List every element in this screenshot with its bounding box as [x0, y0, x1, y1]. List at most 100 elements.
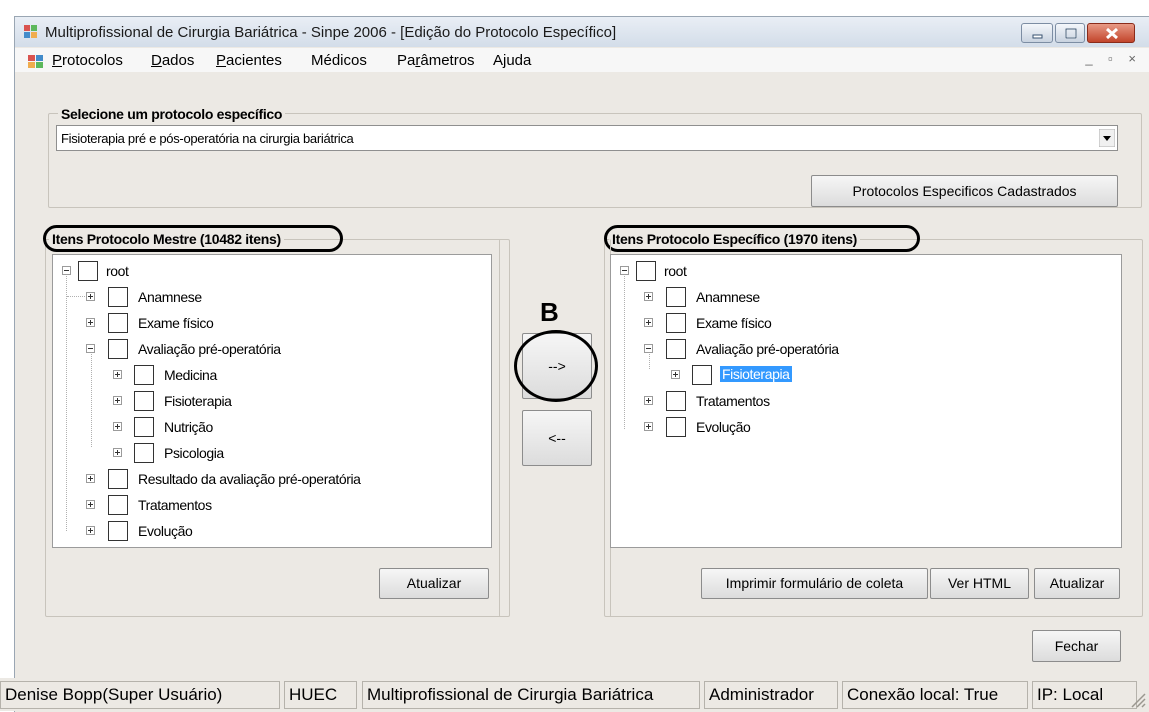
tree-checkbox[interactable]	[108, 495, 128, 515]
tree-checkbox[interactable]	[666, 339, 686, 359]
tree-checkbox[interactable]	[108, 313, 128, 333]
status-bar: Denise Bopp(Super Usuário) HUEC Multipro…	[0, 678, 1149, 711]
expand-toggle[interactable]	[113, 448, 122, 457]
status-module: Multiprofissional de Cirurgia Bariátrica	[362, 681, 700, 709]
tree-checkbox[interactable]	[666, 391, 686, 411]
menu-protocolos[interactable]: Protocolos	[52, 52, 123, 69]
expand-toggle[interactable]	[86, 292, 95, 301]
tree-checkbox[interactable]	[134, 443, 154, 463]
tree-node-label: Avaliação pré-operatória	[696, 341, 839, 357]
maximize-button[interactable]	[1055, 23, 1085, 43]
tree-node-label: Tratamentos	[138, 497, 212, 513]
tree-guide-line	[66, 273, 67, 531]
remove-item-button[interactable]: <--	[522, 410, 592, 466]
close-dialog-button[interactable]: Fechar	[1032, 630, 1121, 662]
mdi-controls[interactable]: _ ▫ ×	[1085, 51, 1142, 66]
tree-node-label: Anamnese	[696, 289, 760, 305]
tree-checkbox[interactable]	[108, 521, 128, 541]
expand-toggle[interactable]	[86, 500, 95, 509]
status-ip: IP: Local	[1032, 681, 1137, 709]
menu-ajuda[interactable]: Ajuda	[493, 52, 531, 69]
maximize-icon	[1065, 28, 1077, 39]
print-form-button[interactable]: Imprimir formulário de coleta	[701, 568, 928, 599]
minimize-icon	[1032, 34, 1043, 39]
tree-checkbox[interactable]	[666, 417, 686, 437]
menu-dados[interactable]: Dados	[151, 52, 194, 69]
expand-toggle[interactable]	[113, 422, 122, 431]
registered-protocols-button[interactable]: Protocolos Especificos Cadastrados	[811, 175, 1118, 207]
collapse-toggle[interactable]	[62, 266, 71, 275]
expand-toggle[interactable]	[86, 318, 95, 327]
protocol-combo-value: Fisioterapia pré e pós-operatória na cir…	[61, 131, 354, 146]
collapse-toggle[interactable]	[644, 344, 653, 353]
tree-node-label: Exame físico	[138, 315, 214, 331]
tree-node-label: Evolução	[138, 523, 193, 539]
menu-parametros[interactable]: Parâmetros	[397, 52, 475, 69]
tree-node-label: Evolução	[696, 419, 751, 435]
resize-grip-icon[interactable]	[1128, 690, 1146, 708]
tree-node-label: Tratamentos	[696, 393, 770, 409]
close-window-button[interactable]	[1087, 23, 1135, 43]
tree-node-label: Anamnese	[138, 289, 202, 305]
chevron-down-icon[interactable]	[1099, 129, 1115, 147]
expand-toggle[interactable]	[671, 370, 680, 379]
tree-node-label: root	[664, 263, 687, 279]
tree-checkbox[interactable]	[108, 287, 128, 307]
tree-checkbox[interactable]	[692, 365, 712, 385]
specific-update-button[interactable]: Atualizar	[1034, 568, 1120, 599]
master-tree[interactable]: root Anamnese Exame físico Avaliação pré…	[52, 254, 492, 548]
tree-checkbox[interactable]	[108, 339, 128, 359]
tree-checkbox[interactable]	[636, 261, 656, 281]
tree-checkbox[interactable]	[666, 313, 686, 333]
tree-node-label: Avaliação pré-operatória	[138, 341, 281, 357]
expand-toggle[interactable]	[644, 422, 653, 431]
minimize-button[interactable]	[1021, 23, 1053, 43]
title-bar: Multiprofissional de Cirurgia Bariátrica…	[15, 17, 1149, 47]
expand-toggle[interactable]	[644, 396, 653, 405]
status-role: Administrador	[704, 681, 838, 709]
collapse-toggle[interactable]	[86, 344, 95, 353]
tree-checkbox[interactable]	[134, 391, 154, 411]
expand-toggle[interactable]	[644, 292, 653, 301]
close-icon	[1105, 27, 1119, 40]
tree-node-label: Psicologia	[164, 445, 224, 461]
menu-bar: Protocolos Dados Pacientes Médicos Parâm…	[15, 48, 1149, 72]
window-title: Multiprofissional de Cirurgia Bariátrica…	[45, 24, 617, 41]
annotation-circle-b	[514, 330, 598, 402]
tree-guide-line	[91, 351, 92, 447]
menu-pacientes[interactable]: Pacientes	[216, 52, 282, 69]
status-user: Denise Bopp(Super Usuário)	[0, 681, 280, 709]
tree-node-label: Resultado da avaliação pré-operatória	[138, 471, 361, 487]
tree-node-label: Exame físico	[696, 315, 772, 331]
status-connection: Conexão local: True	[842, 681, 1028, 709]
tree-checkbox[interactable]	[134, 417, 154, 437]
tree-checkbox[interactable]	[134, 365, 154, 385]
expand-toggle[interactable]	[113, 396, 122, 405]
expand-toggle[interactable]	[644, 318, 653, 327]
status-hospital: HUEC	[284, 681, 357, 709]
tree-checkbox[interactable]	[666, 287, 686, 307]
specific-tree[interactable]: root Anamnese Exame físico Avaliação pré…	[610, 254, 1122, 548]
app-icon	[24, 25, 37, 38]
tree-node-label: Nutrição	[164, 419, 213, 435]
annotation-b: B	[540, 297, 559, 327]
tree-guide-line	[649, 351, 650, 369]
tree-node-label: Medicina	[164, 367, 217, 383]
tree-node-label: root	[106, 263, 129, 279]
master-update-button[interactable]: Atualizar	[379, 568, 489, 599]
tree-node-label: Fisioterapia	[164, 393, 232, 409]
document-icon	[28, 55, 43, 68]
annotation-oval-a	[43, 225, 343, 252]
expand-toggle[interactable]	[86, 474, 95, 483]
tree-connector	[67, 296, 87, 297]
protocol-combo[interactable]: Fisioterapia pré e pós-operatória na cir…	[56, 125, 1118, 151]
tree-checkbox[interactable]	[108, 469, 128, 489]
menu-medicos[interactable]: Médicos	[311, 52, 367, 69]
tree-checkbox[interactable]	[78, 261, 98, 281]
tree-guide-line	[624, 273, 625, 429]
expand-toggle[interactable]	[86, 526, 95, 535]
collapse-toggle[interactable]	[620, 266, 629, 275]
expand-toggle[interactable]	[113, 370, 122, 379]
view-html-button[interactable]: Ver HTML	[930, 568, 1029, 599]
tree-node-label-selected: Fisioterapia	[720, 366, 792, 382]
